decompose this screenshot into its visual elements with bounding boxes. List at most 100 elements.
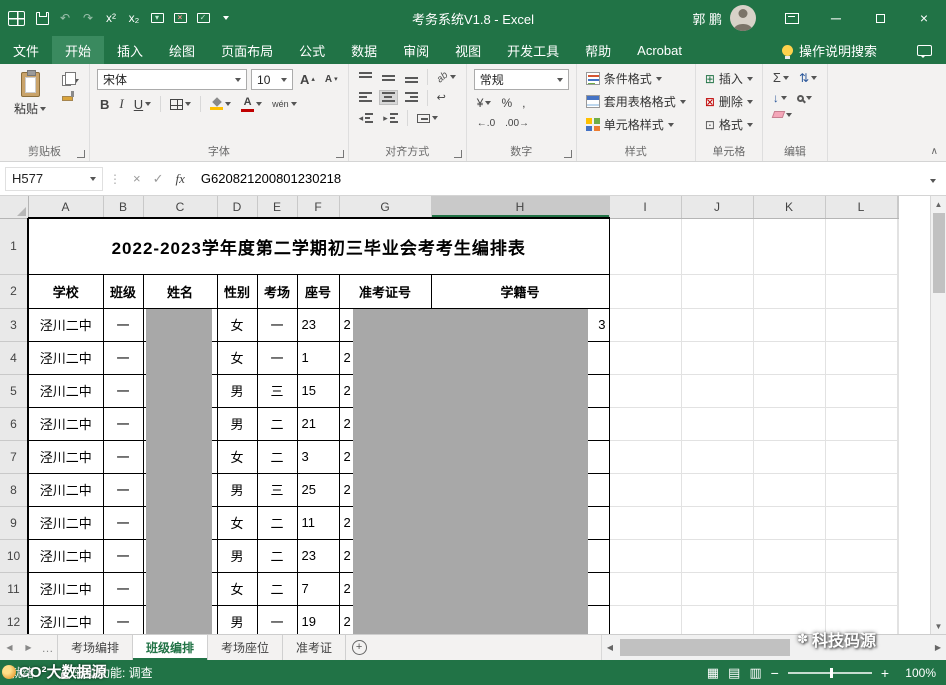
empty-cell[interactable] <box>681 308 754 342</box>
header-cell-0[interactable]: 学校 <box>27 273 104 309</box>
cell-school-9[interactable]: 泾川二中 <box>27 505 104 540</box>
fill-color-button[interactable] <box>207 96 234 112</box>
cell-school-5[interactable]: 泾川二中 <box>27 373 104 408</box>
increase-indent-button[interactable]: ▸ <box>380 111 401 126</box>
ribbon-tab-developer[interactable]: 开发工具 <box>494 36 572 64</box>
cell-school-11[interactable]: 泾川二中 <box>27 571 104 606</box>
format-as-table-button[interactable]: 套用表格格式 <box>584 92 688 111</box>
formula-enter-button[interactable]: ✓ <box>147 171 170 187</box>
empty-cell[interactable] <box>897 341 899 375</box>
percent-style-button[interactable]: % <box>498 94 515 112</box>
sheet-nav-right[interactable]: ▶ <box>19 635 38 660</box>
cell-seat-5[interactable]: 15 <box>296 373 340 408</box>
empty-cell[interactable] <box>897 407 899 441</box>
row-header-11[interactable]: 11 <box>0 572 29 606</box>
empty-cell[interactable] <box>609 440 682 474</box>
column-header-B[interactable]: B <box>103 196 144 219</box>
cell-school-10[interactable]: 泾川二中 <box>27 538 104 573</box>
empty-cell[interactable] <box>897 539 899 573</box>
excel-icon[interactable] <box>8 10 25 26</box>
column-header-J[interactable]: J <box>681 196 754 219</box>
row-header-10[interactable]: 10 <box>0 539 29 573</box>
column-header-I[interactable]: I <box>609 196 682 219</box>
zoom-in-button[interactable]: + <box>881 666 889 680</box>
italic-button[interactable]: I <box>116 94 126 114</box>
user-name[interactable]: 郭 鹏 <box>692 9 722 28</box>
avatar[interactable] <box>730 5 756 31</box>
ribbon-tab-help[interactable]: 帮助 <box>572 36 624 64</box>
autosum-button[interactable]: Σ <box>770 69 792 86</box>
name-box[interactable]: H577 <box>5 166 103 191</box>
minimize-button[interactable]: ─ <box>814 0 858 36</box>
cell-school-4[interactable]: 泾川二中 <box>27 340 104 375</box>
find-select-button[interactable] <box>794 94 815 103</box>
qat-customize-button[interactable] <box>216 6 236 30</box>
empty-cell[interactable] <box>753 440 826 474</box>
font-name-select[interactable]: 宋体 <box>97 69 248 90</box>
ribbon-tab-file[interactable]: 文件 <box>0 36 52 64</box>
sort-filter-button[interactable]: ⇅ <box>796 70 820 86</box>
horizontal-scroll-thumb[interactable] <box>620 639 790 656</box>
empty-cell[interactable] <box>897 572 899 606</box>
cell-class-6[interactable]: 一 <box>102 406 144 441</box>
column-header-E[interactable]: E <box>257 196 298 219</box>
empty-cell[interactable] <box>897 374 899 408</box>
decrease-decimal-button[interactable]: .00→ <box>502 116 532 131</box>
cell-school-3[interactable]: 泾川二中 <box>27 307 104 342</box>
ribbon-display-options-button[interactable] <box>770 0 814 36</box>
column-header-F[interactable]: F <box>297 196 340 219</box>
empty-cell[interactable] <box>753 407 826 441</box>
sheet-tab-exam-room-arrangement[interactable]: 考场编排 <box>57 635 134 660</box>
cell-gender-9[interactable]: 女 <box>216 505 258 540</box>
formula-input[interactable]: G620821200801230218 <box>191 171 920 186</box>
decrease-indent-button[interactable]: ◂ <box>356 111 377 126</box>
empty-cell[interactable] <box>753 308 826 342</box>
cell-gender-3[interactable]: 女 <box>216 307 258 342</box>
cell-gender-12[interactable]: 男 <box>216 604 258 634</box>
ribbon-tab-formulas[interactable]: 公式 <box>286 36 338 64</box>
cell-gender-4[interactable]: 女 <box>216 340 258 375</box>
cell-room-12[interactable]: 一 <box>256 604 298 634</box>
row-header-7[interactable]: 7 <box>0 440 29 474</box>
cell-class-12[interactable]: 一 <box>102 604 144 634</box>
sheet-tab-class-arrangement[interactable]: 班级编排 <box>133 635 209 660</box>
cell-gender-7[interactable]: 女 <box>216 439 258 474</box>
empty-cell[interactable] <box>609 539 682 573</box>
wrap-text-button[interactable]: ↩ <box>434 89 449 106</box>
increase-font-size-button[interactable]: A ▴ <box>297 70 318 89</box>
zoom-thumb[interactable] <box>829 667 833 678</box>
empty-cell[interactable] <box>681 440 754 474</box>
scroll-up-arrow[interactable]: ▲ <box>931 196 946 212</box>
bold-button[interactable]: B <box>97 95 112 114</box>
empty-cell[interactable] <box>897 605 899 634</box>
cell-gender-8[interactable]: 男 <box>216 472 258 507</box>
number-dialog-launcher[interactable] <box>563 150 572 158</box>
align-bottom-button[interactable] <box>402 70 421 85</box>
empty-cell[interactable] <box>681 539 754 573</box>
empty-cell[interactable] <box>609 506 682 540</box>
vertical-scroll-thumb[interactable] <box>932 213 945 293</box>
insert-function-button[interactable]: fx <box>170 171 191 187</box>
cell-gender-6[interactable]: 男 <box>216 406 258 441</box>
empty-cell[interactable] <box>681 473 754 507</box>
sheet-tab-admission-ticket[interactable]: 准考证 <box>283 635 347 660</box>
cell-seat-9[interactable]: 11 <box>296 505 340 540</box>
cell-seat-6[interactable]: 21 <box>296 406 340 441</box>
cell-class-4[interactable]: 一 <box>102 340 144 375</box>
empty-cell[interactable] <box>609 341 682 375</box>
empty-cell[interactable] <box>753 374 826 408</box>
cell-seat-12[interactable]: 19 <box>296 604 340 634</box>
align-left-button[interactable] <box>356 90 375 105</box>
header-cell-7[interactable]: 学籍号 <box>430 273 610 309</box>
ribbon-tab-acrobat[interactable]: Acrobat <box>624 36 695 64</box>
row-header-2[interactable]: 2 <box>0 274 29 309</box>
cell-room-6[interactable]: 二 <box>256 406 298 441</box>
conditional-formatting-button[interactable]: 条件格式 <box>584 69 688 88</box>
column-header-D[interactable]: D <box>217 196 258 219</box>
redo-button[interactable]: ↷ <box>78 6 98 30</box>
empty-cell[interactable] <box>825 407 898 441</box>
select-all-corner[interactable] <box>0 196 29 219</box>
maximize-button[interactable] <box>858 0 902 36</box>
comment-icon[interactable] <box>917 44 932 58</box>
empty-cell[interactable] <box>681 407 754 441</box>
